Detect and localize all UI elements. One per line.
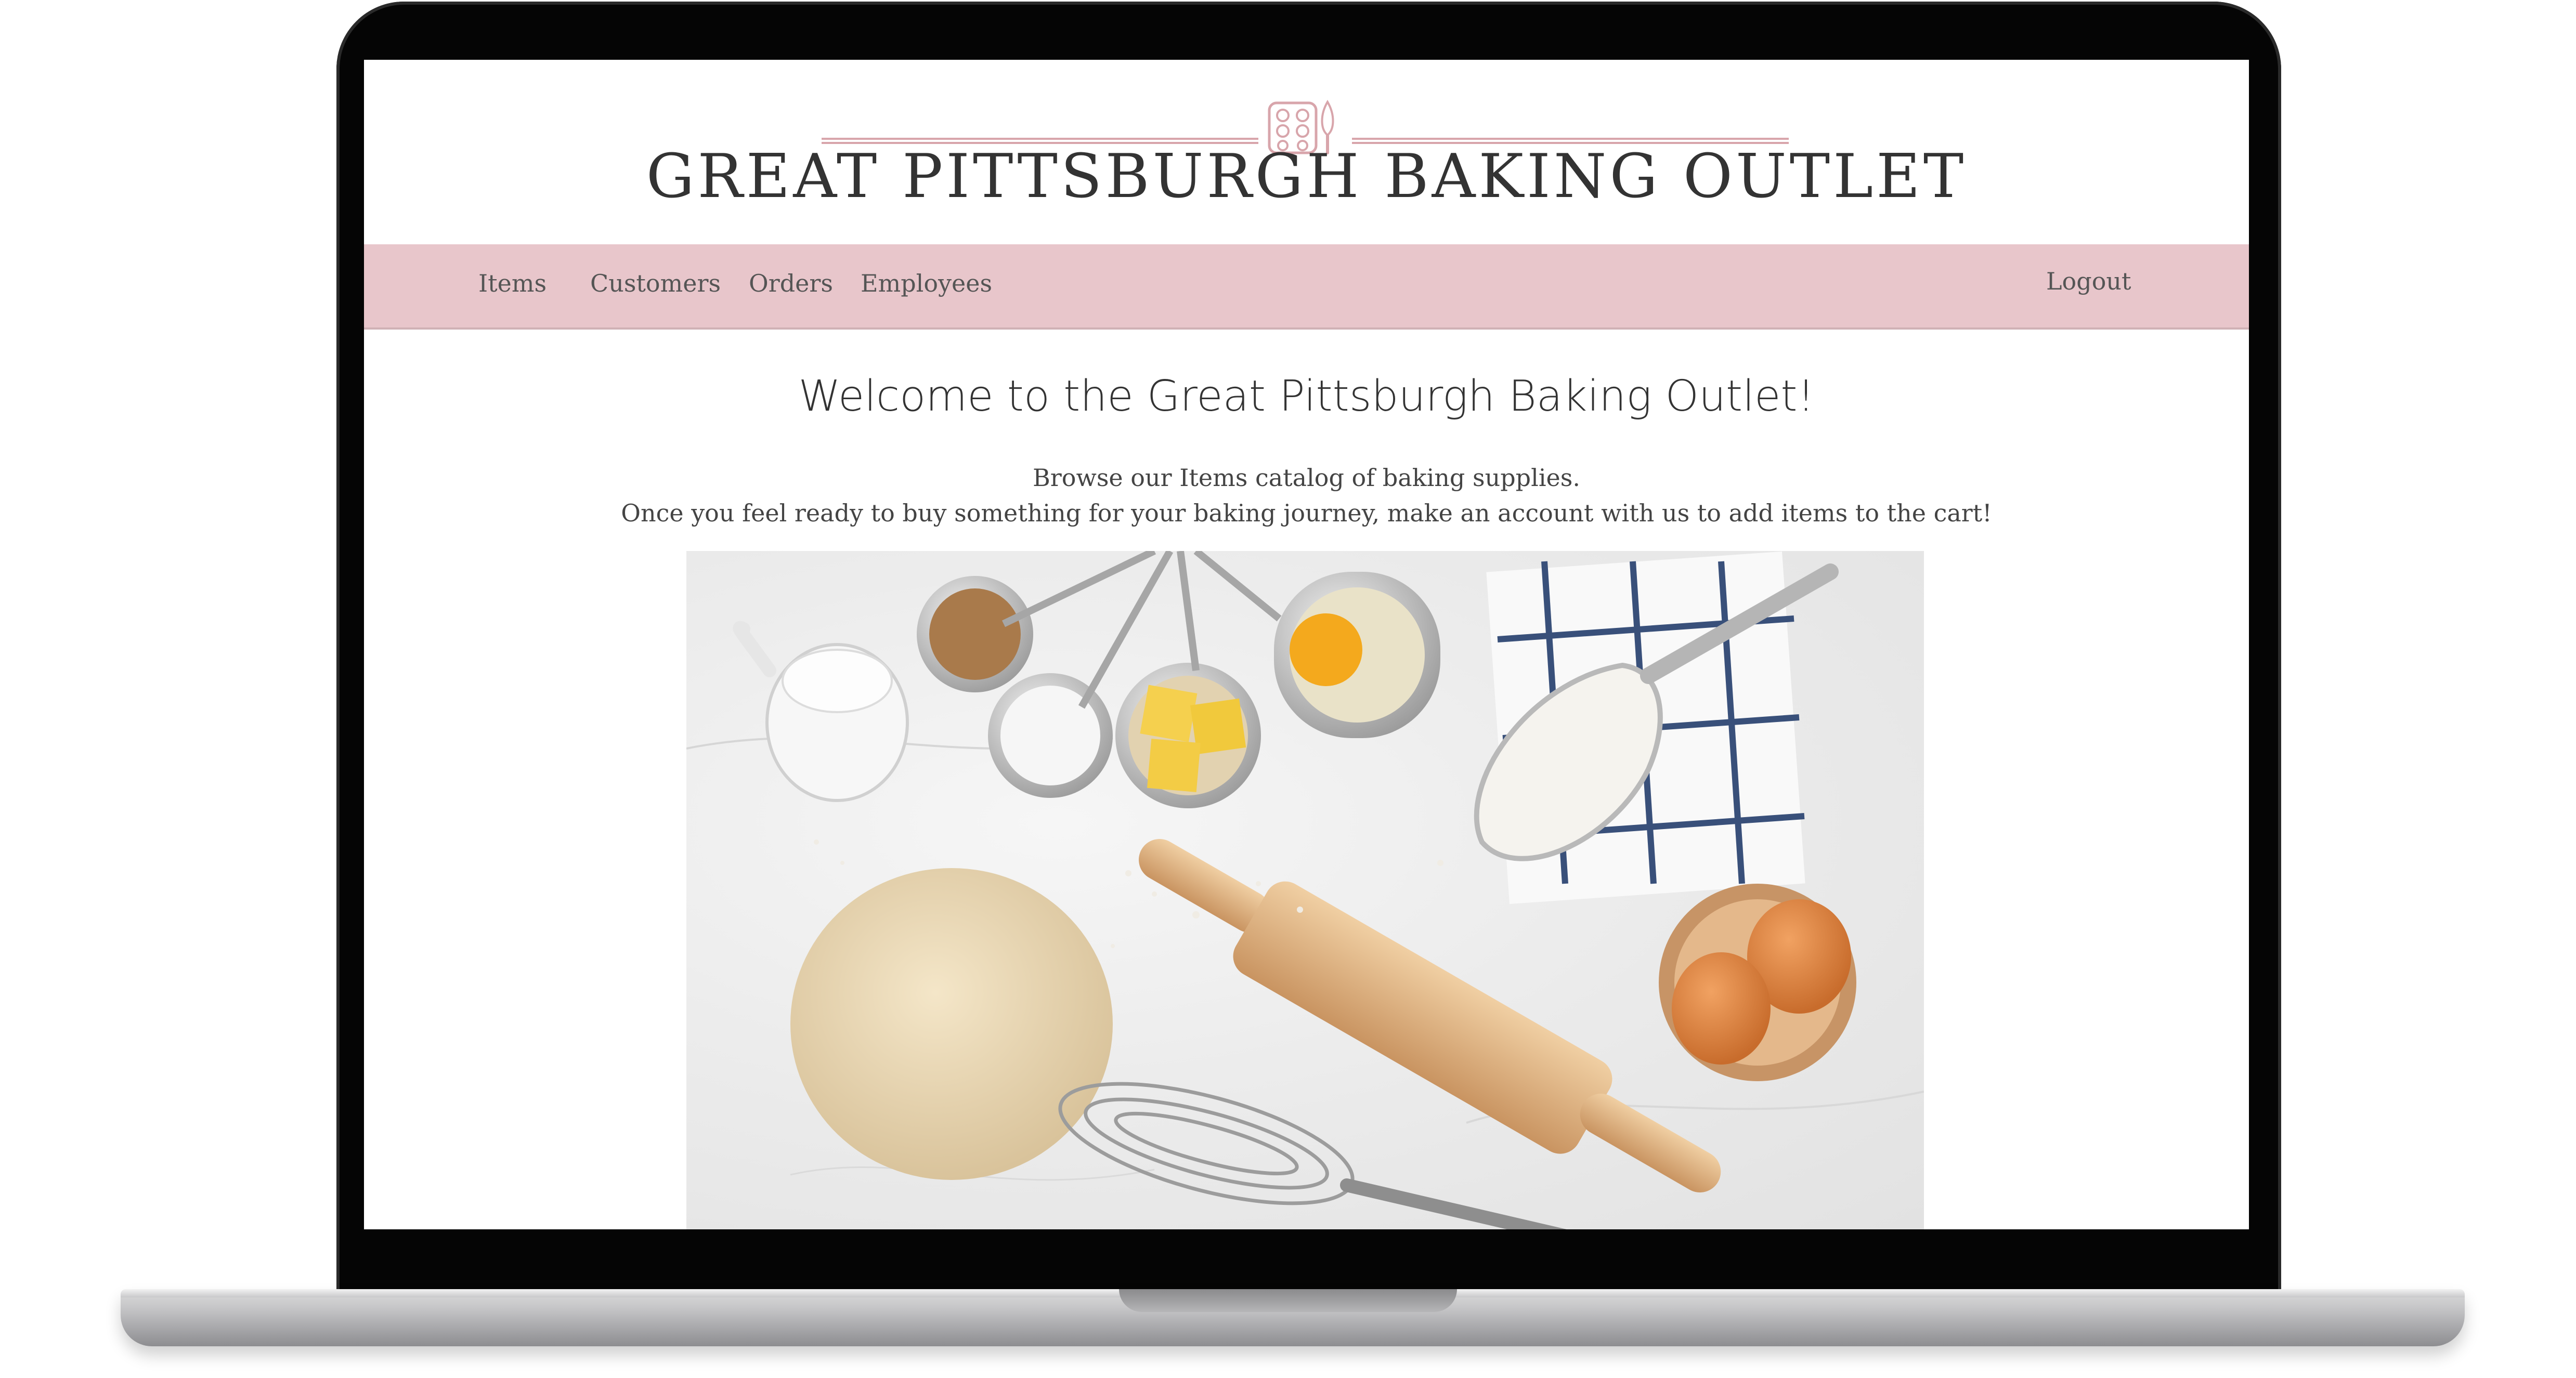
logout-link[interactable]: Logout	[2046, 267, 2131, 295]
intro-text: Browse our Items catalog of baking suppl…	[364, 460, 2249, 531]
browser-screen: GREAT PITTSBURGH BAKING OUTLET Items Cus…	[364, 60, 2249, 1229]
site-logo[interactable]: GREAT PITTSBURGH BAKING OUTLET	[364, 60, 2249, 242]
main-navbar: Items Customers Orders Employees Logout	[364, 244, 2249, 330]
baking-ingredients-illustration	[686, 551, 1924, 1229]
nav-link-items[interactable]: Items	[478, 269, 547, 297]
nav-link-orders[interactable]: Orders	[749, 269, 833, 297]
intro-line-2: Once you feel ready to buy something for…	[621, 499, 1992, 527]
page-title: Welcome to the Great Pittsburgh Baking O…	[798, 372, 1815, 421]
intro-line-1: Browse our Items catalog of baking suppl…	[1032, 464, 1581, 492]
nav-link-employees[interactable]: Employees	[861, 269, 992, 297]
nav-link-customers[interactable]: Customers	[590, 269, 721, 297]
laptop-notch	[1119, 1289, 1457, 1312]
dough-ball	[790, 868, 1113, 1180]
hero-image	[686, 551, 1924, 1229]
whisk	[1058, 1082, 1355, 1205]
logo-title: GREAT PITTSBURGH BAKING OUTLET	[646, 141, 1967, 212]
